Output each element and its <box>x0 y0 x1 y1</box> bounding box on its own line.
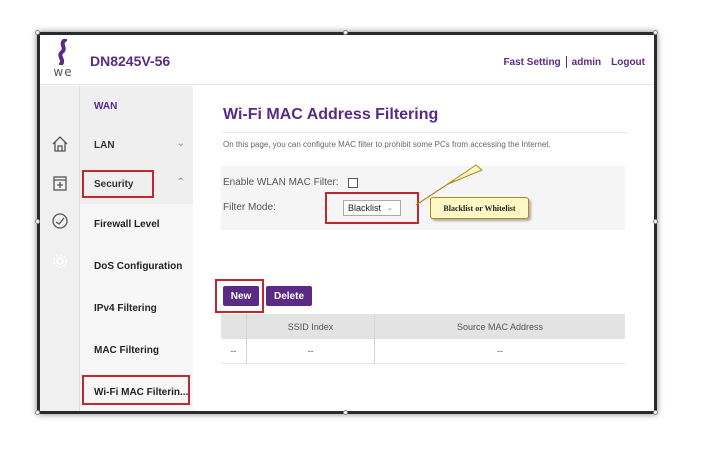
enable-filter-label: Enable WLAN MAC Filter: <box>223 177 339 188</box>
resize-handle[interactable] <box>653 410 658 415</box>
admin-link[interactable]: admin <box>567 57 606 68</box>
dashboard-gauge-icon[interactable] <box>51 212 69 230</box>
submenu-ipv4-filtering[interactable]: IPv4 Filtering <box>80 288 193 328</box>
table-row: -- -- -- <box>221 339 625 364</box>
filter-mode-label: Filter Mode: <box>223 202 276 213</box>
submenu-dos-configuration[interactable]: DoS Configuration <box>80 246 193 286</box>
home-icon[interactable] <box>51 135 69 153</box>
security-highlight-box <box>82 170 154 198</box>
logo-text: we <box>53 65 73 79</box>
resize-handle[interactable] <box>653 30 658 35</box>
resize-handle[interactable] <box>35 219 40 224</box>
resize-handle[interactable] <box>35 410 40 415</box>
submenu-label: DoS Configuration <box>94 260 183 272</box>
table-header: SSID Index Source MAC Address <box>221 314 625 339</box>
menu-label: LAN <box>94 139 115 151</box>
page-title: Wi-Fi MAC Address Filtering <box>223 106 439 123</box>
menu-item-lan[interactable]: LAN ⌄ <box>80 125 193 165</box>
enable-filter-checkbox[interactable] <box>348 178 358 188</box>
gear-icon[interactable] <box>51 252 69 270</box>
submenu-label: Firewall Level <box>94 218 160 230</box>
top-bar: we DN8245V-56 Fast Setting admin Logout <box>40 35 654 85</box>
resize-handle[interactable] <box>343 410 348 415</box>
resize-handle[interactable] <box>653 219 658 224</box>
chevron-down-icon: ⌄ <box>176 138 185 149</box>
chevron-up-icon: ⌃ <box>176 177 185 188</box>
new-button-highlight-box <box>215 279 264 313</box>
filter-settings-panel: Enable WLAN MAC Filter: Filter Mode: Bla… <box>221 166 625 230</box>
filter-mode-highlight-box <box>325 192 419 224</box>
blacklist-whitelist-callout: Blacklist or Whitelist <box>430 197 529 219</box>
column-header-ssid-index: SSID Index <box>247 314 375 339</box>
fast-setting-link[interactable]: Fast Setting <box>498 57 565 68</box>
logout-link[interactable]: Logout <box>606 57 650 68</box>
menu-item-wan[interactable]: WAN <box>80 86 193 126</box>
table-cell: -- <box>247 339 375 363</box>
page-description: On this page, you can configure MAC filt… <box>223 140 551 149</box>
submenu-firewall-level[interactable]: Firewall Level <box>80 204 193 244</box>
title-divider <box>223 132 627 133</box>
icon-sidebar <box>40 86 80 411</box>
wifi-mac-filtering-highlight-box <box>82 375 190 405</box>
delete-button[interactable]: Delete <box>266 286 312 306</box>
submenu-mac-filtering[interactable]: MAC Filtering <box>80 330 193 370</box>
resize-handle[interactable] <box>35 30 40 35</box>
we-logo: we <box>48 39 78 79</box>
main-content: Wi-Fi MAC Address Filtering On this page… <box>193 86 654 411</box>
top-links: Fast Setting admin Logout <box>498 56 650 68</box>
device-model: DN8245V-56 <box>90 53 171 69</box>
security-plus-icon[interactable] <box>51 174 69 192</box>
submenu-label: IPv4 Filtering <box>94 302 157 314</box>
table-cell: -- <box>221 339 247 363</box>
we-logo-icon <box>58 39 67 65</box>
submenu-label: MAC Filtering <box>94 344 159 356</box>
mac-filter-table: SSID Index Source MAC Address -- -- -- <box>221 314 625 364</box>
router-admin-window: we DN8245V-56 Fast Setting admin Logout <box>37 32 657 414</box>
column-header-source-mac: Source MAC Address <box>456 321 544 332</box>
resize-handle[interactable] <box>343 30 348 35</box>
menu-label: WAN <box>94 100 118 112</box>
table-cell: -- <box>497 346 503 356</box>
nav-menu: WAN LAN ⌄ Security ⌃ Firewall Level DoS … <box>80 86 193 411</box>
column-header-select <box>221 314 247 339</box>
